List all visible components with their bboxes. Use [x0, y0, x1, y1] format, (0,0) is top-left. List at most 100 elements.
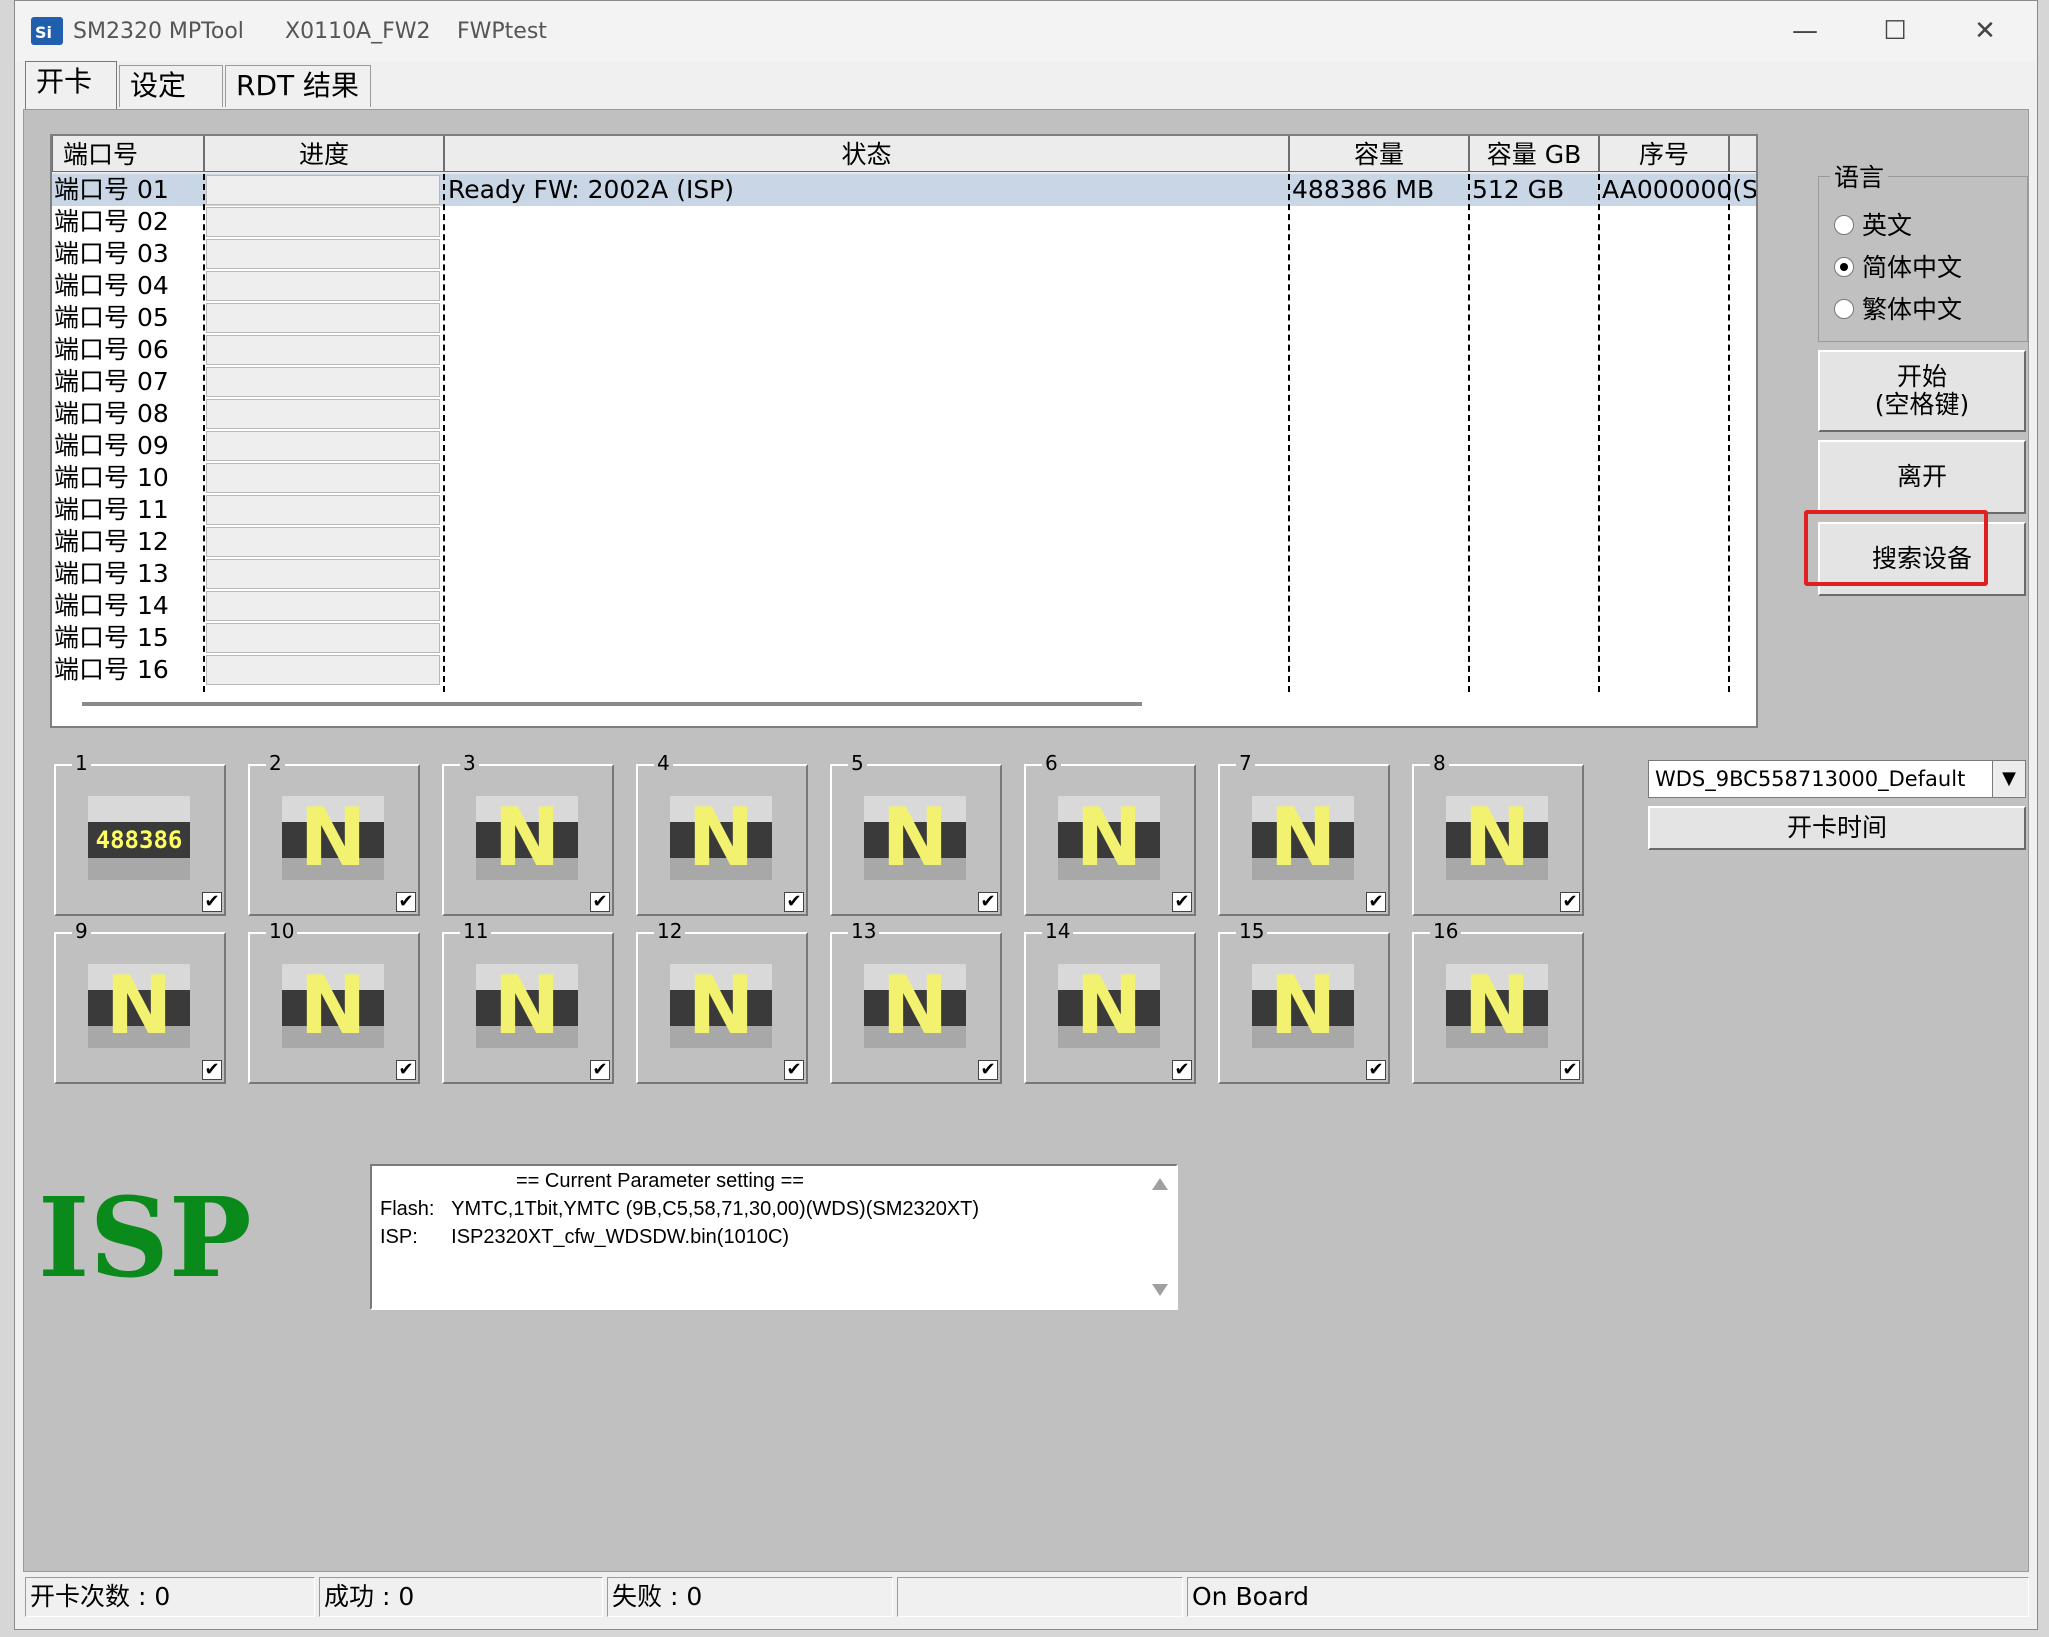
table-row[interactable]: 端口号 14: [52, 590, 1756, 622]
start-button[interactable]: 开始 (空格键): [1818, 350, 2026, 432]
port-slot[interactable]: 11 N ✔: [442, 920, 614, 1084]
minimize-button[interactable]: —: [1775, 9, 1835, 53]
slot-number: 6: [1042, 752, 1061, 774]
param-flash-label: Flash:: [380, 1198, 435, 1220]
column-divider: [1288, 174, 1290, 692]
header-serial[interactable]: 序号: [1599, 136, 1729, 172]
table-row[interactable]: 端口号 10: [52, 462, 1756, 494]
radio-english[interactable]: 英文: [1834, 206, 1912, 246]
table-row[interactable]: 端口号 11: [52, 494, 1756, 526]
slot-checkbox[interactable]: ✔: [396, 892, 416, 912]
slot-number: 9: [72, 920, 91, 942]
header-capacity[interactable]: 容量: [1289, 136, 1469, 172]
param-flash-line: Flash: YMTC,1Tbit,YMTC (9B,C5,58,71,30,0…: [380, 1198, 979, 1221]
drive-status-icon: N: [670, 796, 772, 880]
port-slot[interactable]: 14 N ✔: [1024, 920, 1196, 1084]
port-slot[interactable]: 10 N ✔: [248, 920, 420, 1084]
table-row[interactable]: 端口号 08: [52, 398, 1756, 430]
slot-checkbox[interactable]: ✔: [1366, 892, 1386, 912]
drive-status-icon: N: [282, 964, 384, 1048]
horizontal-scrollbar[interactable]: [82, 702, 1142, 706]
port-slot[interactable]: 2 N ✔: [248, 752, 420, 916]
slot-checkbox[interactable]: ✔: [1172, 892, 1192, 912]
card-time-button[interactable]: 开卡时间: [1648, 806, 2026, 850]
maximize-button[interactable]: ☐: [1865, 9, 1925, 53]
close-button[interactable]: ✕: [1955, 9, 2015, 53]
profile-select[interactable]: WDS_9BC558713000_Default ▼: [1648, 760, 2026, 798]
slot-checkbox[interactable]: ✔: [784, 1060, 804, 1080]
drive-status-icon: N: [88, 964, 190, 1048]
header-port[interactable]: 端口号: [52, 136, 204, 172]
tab-rdt-results[interactable]: RDT 结果: [225, 65, 371, 107]
slot-status-letter: N: [493, 791, 561, 884]
table-row[interactable]: 端口号 03: [52, 238, 1756, 270]
port-slot[interactable]: 4 N ✔: [636, 752, 808, 916]
drive-status-icon: N: [864, 964, 966, 1048]
radio-traditional-chinese[interactable]: 繁体中文: [1834, 290, 1962, 330]
vertical-scrollbar[interactable]: [1146, 1166, 1176, 1308]
slot-checkbox[interactable]: ✔: [978, 1060, 998, 1080]
port-grid[interactable]: 端口号 进度 状态 容量 容量 GB 序号 端口号 01 Ready FW: 20…: [50, 134, 1758, 728]
cell-port: 端口号 07: [54, 367, 169, 396]
header-status[interactable]: 状态: [444, 136, 1289, 172]
dropdown-arrow-icon[interactable]: ▼: [1992, 761, 2025, 797]
slot-checkbox[interactable]: ✔: [590, 1060, 610, 1080]
table-row[interactable]: 端口号 16: [52, 654, 1756, 686]
scroll-down-icon[interactable]: [1152, 1284, 1168, 1296]
slot-status-letter: N: [687, 791, 755, 884]
header-capacity-gb[interactable]: 容量 GB: [1469, 136, 1599, 172]
slot-checkbox[interactable]: ✔: [784, 892, 804, 912]
slot-status-letter: N: [1463, 791, 1531, 884]
table-row[interactable]: 端口号 07: [52, 366, 1756, 398]
progress-bar: [206, 271, 440, 301]
port-slot[interactable]: 1 488386 ✔: [54, 752, 226, 916]
port-slot[interactable]: 16 N ✔: [1412, 920, 1584, 1084]
slot-checkbox[interactable]: ✔: [1172, 1060, 1192, 1080]
table-row[interactable]: 端口号 01 Ready FW: 2002A (ISP) 488386 MB 512 …: [52, 174, 1756, 206]
slot-checkbox[interactable]: ✔: [396, 1060, 416, 1080]
port-slot[interactable]: 9 N ✔: [54, 920, 226, 1084]
port-slot[interactable]: 13 N ✔: [830, 920, 1002, 1084]
table-row[interactable]: 端口号 15: [52, 622, 1756, 654]
leave-button[interactable]: 离开: [1818, 440, 2026, 514]
slot-checkbox[interactable]: ✔: [1560, 1060, 1580, 1080]
column-divider: [1598, 174, 1600, 692]
port-slot[interactable]: 15 N ✔: [1218, 920, 1390, 1084]
slot-checkbox[interactable]: ✔: [1366, 1060, 1386, 1080]
slot-checkbox[interactable]: ✔: [978, 892, 998, 912]
table-row[interactable]: 端口号 12: [52, 526, 1756, 558]
slot-status-letter: N: [299, 791, 367, 884]
table-row[interactable]: 端口号 13: [52, 558, 1756, 590]
column-divider: [1468, 174, 1470, 692]
table-row[interactable]: 端口号 04: [52, 270, 1756, 302]
table-row[interactable]: 端口号 09: [52, 430, 1756, 462]
header-progress[interactable]: 进度: [204, 136, 444, 172]
slot-checkbox[interactable]: ✔: [590, 892, 610, 912]
grid-body: 端口号 01 Ready FW: 2002A (ISP) 488386 MB 512 …: [52, 174, 1756, 692]
table-row[interactable]: 端口号 02: [52, 206, 1756, 238]
firmware-title: X0110A_FW2: [285, 19, 431, 44]
tab-strip: 开卡 设定 RDT 结果: [15, 61, 2037, 109]
slot-checkbox[interactable]: ✔: [202, 1060, 222, 1080]
slot-number: 15: [1236, 920, 1268, 942]
port-slot[interactable]: 12 N ✔: [636, 920, 808, 1084]
port-slot[interactable]: 5 N ✔: [830, 752, 1002, 916]
scroll-up-icon[interactable]: [1152, 1178, 1168, 1190]
slot-checkbox[interactable]: ✔: [1560, 892, 1580, 912]
port-slot[interactable]: 7 N ✔: [1218, 752, 1390, 916]
port-slot[interactable]: 6 N ✔: [1024, 752, 1196, 916]
table-row[interactable]: 端口号 06: [52, 334, 1756, 366]
tab-settings[interactable]: 设定: [119, 65, 223, 107]
drive-status-icon: 488386: [88, 796, 190, 880]
cell-capacity-gb: 512 GB: [1472, 175, 1565, 204]
parameter-setting-box[interactable]: == Current Parameter setting == Flash: Y…: [370, 1164, 1178, 1310]
grid-header: 端口号 进度 状态 容量 容量 GB 序号: [52, 136, 1756, 174]
port-slot[interactable]: 8 N ✔: [1412, 752, 1584, 916]
port-slot[interactable]: 3 N ✔: [442, 752, 614, 916]
table-row[interactable]: 端口号 05: [52, 302, 1756, 334]
drive-status-icon: N: [1058, 796, 1160, 880]
slot-number: 11: [460, 920, 492, 942]
radio-simplified-chinese[interactable]: 简体中文: [1834, 248, 1962, 288]
tab-open-card[interactable]: 开卡: [25, 61, 117, 109]
slot-checkbox[interactable]: ✔: [202, 892, 222, 912]
